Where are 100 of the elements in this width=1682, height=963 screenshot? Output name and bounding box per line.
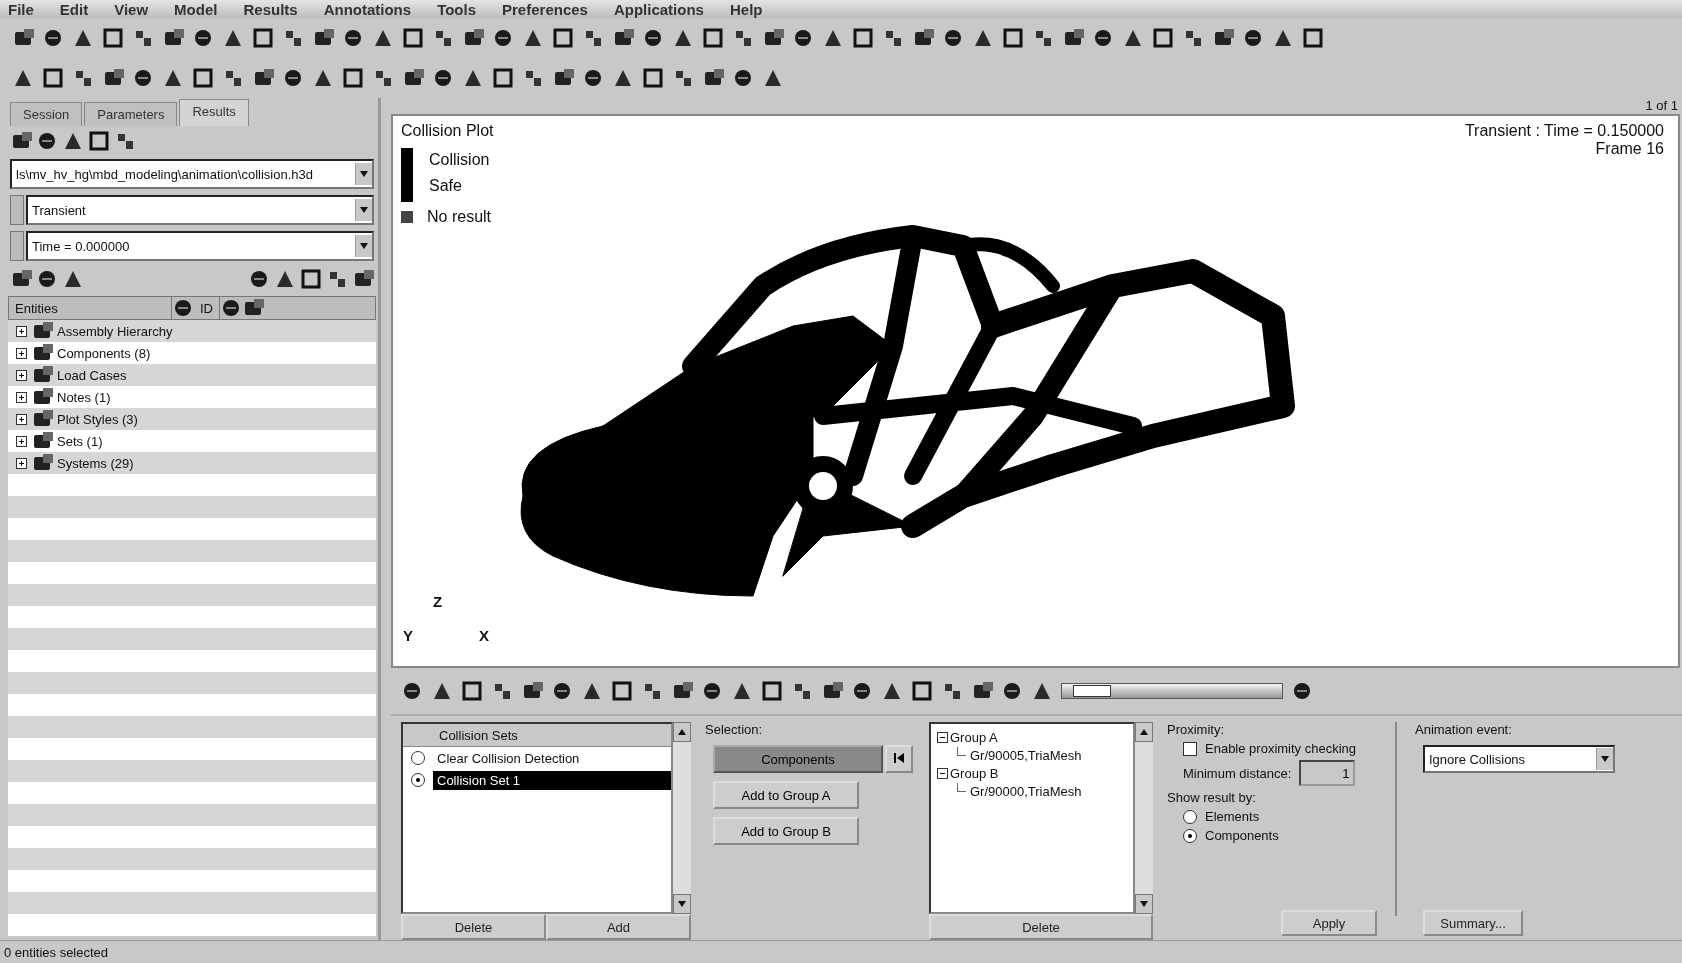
reset-button[interactable] [885,745,913,773]
tab[interactable]: Parameters [84,102,178,126]
add-to-group-button[interactable]: Add to Group A [713,781,859,809]
tool-icon[interactable] [342,67,364,89]
tool-icon[interactable] [1302,27,1324,49]
tool-icon[interactable] [1242,27,1264,49]
scroll-up-button[interactable] [673,722,691,742]
tree-item[interactable]: Gr/90005,TriaMesh [970,747,1082,763]
radio-button[interactable] [411,751,425,765]
expand-icon[interactable] [16,369,27,381]
button[interactable]: Delete [929,914,1153,940]
tab[interactable]: Session [10,102,83,126]
button[interactable]: Add [546,914,691,940]
menu-item[interactable]: Edit [59,0,89,18]
tool-icon[interactable] [1092,27,1114,49]
tool-icon[interactable] [1152,27,1174,49]
tool-icon[interactable] [192,67,214,89]
tool-icon[interactable] [851,680,873,702]
tool-icon[interactable] [642,27,664,49]
expand-icon[interactable] [16,435,27,447]
tool-icon[interactable] [252,27,274,49]
tool-icon[interactable] [402,27,424,49]
tool-icon[interactable] [761,680,783,702]
expand-icon[interactable] [16,347,27,359]
checkbox[interactable] [1183,741,1197,756]
menu-item[interactable]: Results [243,0,298,18]
expand-icon[interactable] [16,391,27,403]
tree-item[interactable]: Components (8) [57,345,151,361]
tool-icon[interactable] [192,27,214,49]
menu-item[interactable]: Model [174,0,218,18]
tool-icon[interactable] [852,27,874,49]
tool-icon[interactable] [36,268,58,290]
menu-item[interactable]: Annotations [323,0,412,18]
distance-field[interactable]: 1 [1299,760,1356,786]
tree-item[interactable]: Sets (1) [57,433,103,449]
tool-icon[interactable] [88,130,110,152]
tree-item[interactable]: Gr/90000,TriaMesh [970,783,1082,799]
column-header[interactable]: ID [194,297,220,319]
tree-item[interactable]: Load Cases [57,367,127,383]
result-type-dropdown[interactable]: Transient [26,195,374,225]
tool-icon[interactable] [552,27,574,49]
tool-icon[interactable] [911,680,933,702]
summary-button[interactable]: Summary... [1423,910,1523,936]
list-item[interactable]: Clear Collision Detection [433,748,671,768]
tool-icon[interactable] [701,680,723,702]
scroll-down-button[interactable] [1135,894,1153,914]
tool-icon[interactable] [642,67,664,89]
tool-icon[interactable] [1291,680,1313,702]
expand-icon[interactable] [16,457,27,469]
file-dropdown[interactable]: ls\mv_hv_hg\mbd_modeling\animation\collision.h3d [10,159,374,189]
menu-item[interactable]: File [8,0,34,18]
expand-icon[interactable] [16,413,27,425]
tool-icon[interactable] [102,27,124,49]
tool-icon[interactable] [942,27,964,49]
tool-icon[interactable] [732,67,754,89]
radio-button[interactable] [1183,828,1197,843]
radio-button[interactable] [411,773,425,787]
tool-icon[interactable] [702,27,724,49]
slider-thumb[interactable] [1073,685,1112,697]
tool-icon[interactable] [248,268,270,290]
selection-mode-button[interactable]: Components [713,745,883,773]
tool-icon[interactable] [492,27,514,49]
apply-button[interactable]: Apply [1281,910,1377,936]
tool-icon[interactable] [401,680,423,702]
scroll-down-button[interactable] [673,894,691,914]
tree-item[interactable]: Group B [950,765,999,781]
tool-icon[interactable] [461,680,483,702]
time-dropdown[interactable]: Time = 0.000000 [26,231,374,261]
tab[interactable]: Results [179,99,249,126]
tool-icon[interactable] [792,27,814,49]
tool-icon[interactable] [132,67,154,89]
tree-item[interactable]: Notes (1) [57,389,111,405]
tree-item[interactable]: Systems (29) [57,455,134,471]
animation-event-dropdown[interactable]: Ignore Collisions [1423,745,1615,773]
expand-icon[interactable] [16,325,27,337]
tool-icon[interactable] [172,297,194,319]
menu-item[interactable]: Applications [613,0,704,18]
column-header[interactable]: Entities [9,297,172,319]
animation-slider[interactable] [1061,683,1283,699]
radio-button[interactable] [1183,809,1197,824]
tool-icon[interactable] [611,680,633,702]
tree-item[interactable]: Group A [950,729,998,745]
list-item[interactable]: Collision Set 1 [433,770,671,790]
menu-item[interactable]: Help [729,0,763,18]
collapse-icon[interactable] [937,767,948,779]
add-to-group-button[interactable]: Add to Group B [713,817,859,845]
tool-icon[interactable] [42,27,64,49]
collapse-icon[interactable] [937,731,948,743]
tool-icon[interactable] [342,27,364,49]
tree-item[interactable]: Plot Styles (3) [57,411,138,427]
tool-icon[interactable] [492,67,514,89]
tool-icon[interactable] [36,130,58,152]
tool-icon[interactable] [582,67,604,89]
scroll-up-button[interactable] [1135,722,1153,742]
menu-item[interactable]: Preferences [502,0,588,18]
menu-item[interactable]: Tools [437,0,477,18]
tool-icon[interactable] [1001,680,1023,702]
tool-icon[interactable] [220,297,242,319]
column-header[interactable]: Collision Sets [403,724,671,747]
tool-icon[interactable] [300,268,322,290]
